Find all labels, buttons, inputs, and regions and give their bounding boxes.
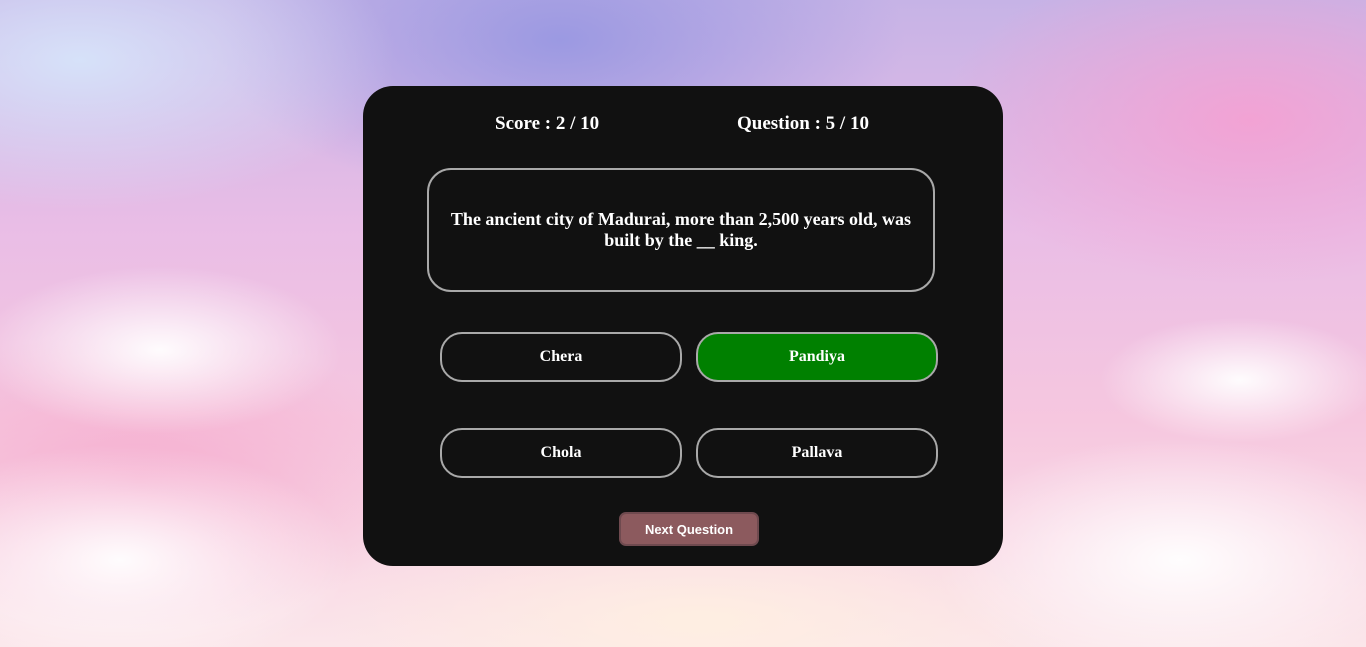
score-display: Score : 2 / 10: [495, 113, 600, 134]
option-button-chera[interactable]: Chera: [440, 332, 682, 382]
next-question-button[interactable]: Next Question: [619, 512, 759, 546]
option-button-pandiya[interactable]: Pandiya: [696, 332, 938, 382]
option-button-pallava[interactable]: Pallava: [696, 428, 938, 478]
quiz-card: [363, 86, 1003, 566]
question-text: The ancient city of Madurai, more than 2…: [450, 209, 912, 250]
option-button-chola[interactable]: Chola: [440, 428, 682, 478]
question-box: The ancient city of Madurai, more than 2…: [427, 168, 935, 292]
question-counter: Question : 5 / 10: [737, 113, 869, 134]
